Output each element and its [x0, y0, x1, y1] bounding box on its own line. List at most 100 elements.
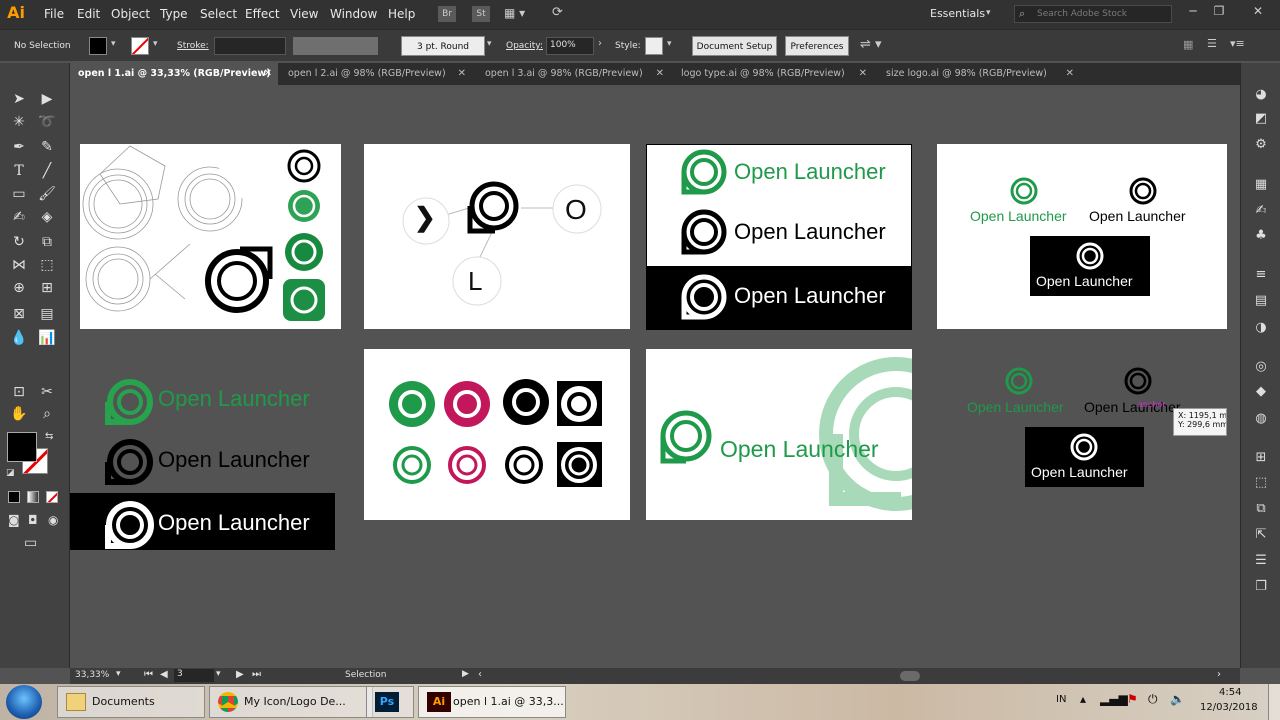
stroke-weight-field[interactable] — [214, 37, 286, 55]
chevron-down-icon[interactable]: ▾ — [986, 8, 991, 18]
next-artboard-icon[interactable]: ▶ — [236, 669, 244, 680]
eyedropper-icon[interactable]: 💧 — [8, 327, 30, 349]
chevron-down-icon[interactable]: ▾ — [116, 669, 121, 679]
selection-tool-icon[interactable]: ➤ — [8, 88, 30, 110]
app-logo[interactable]: Ai — [4, 2, 28, 24]
horizontal-scrollbar-thumb[interactable] — [900, 671, 920, 681]
close-tab-icon[interactable]: ✕ — [458, 63, 466, 85]
menu-select[interactable]: Select — [200, 7, 237, 21]
gradient-mode-icon[interactable] — [27, 491, 39, 503]
fill-swatch[interactable] — [89, 37, 107, 55]
first-artboard-icon[interactable]: ⏮ — [144, 669, 153, 680]
artboard-flow[interactable]: ❯ O L — [364, 144, 630, 329]
layers-icon[interactable]: ☰ — [1251, 551, 1271, 571]
scroll-right-icon[interactable]: › — [1217, 669, 1221, 680]
input-language[interactable]: IN — [1056, 694, 1066, 705]
panel-options-icon[interactable]: ▾≡ — [1230, 37, 1245, 50]
draw-behind-icon[interactable]: ◘ — [28, 513, 38, 527]
menu-file[interactable]: File — [44, 7, 64, 21]
fill-color-box[interactable] — [7, 432, 37, 462]
close-tab-icon[interactable]: ✕ — [859, 63, 867, 85]
chevron-down-icon[interactable]: ▾ — [111, 39, 116, 49]
chevron-down-icon[interactable]: ▾ — [153, 39, 158, 49]
zoom-tool-icon[interactable]: ⌕ — [36, 403, 58, 425]
tab-open-l-1[interactable]: open l 1.ai @ 33,33% (RGB/Preview) ✕ — [70, 63, 278, 85]
magic-wand-icon[interactable]: ✳ — [8, 111, 30, 133]
chevron-down-icon[interactable]: ▾ — [487, 39, 492, 49]
line-tool-icon[interactable]: ╱ — [36, 160, 58, 182]
menu-window[interactable]: Window — [330, 7, 377, 21]
graph-tool-icon[interactable]: 📊 — [36, 327, 58, 349]
color-guide-icon[interactable]: ◩ — [1251, 109, 1271, 129]
last-artboard-icon[interactable]: ⏭ — [252, 669, 261, 680]
status-menu-icon[interactable]: ▶ — [462, 669, 469, 679]
arrange-documents-icon[interactable]: ▦ ▾ — [504, 6, 534, 22]
network-warning-icon[interactable]: ⚑ — [1127, 692, 1138, 706]
menu-view[interactable]: View — [290, 7, 318, 21]
artboard-tool-icon[interactable]: ⊡ — [8, 381, 30, 403]
close-tab-icon[interactable]: ✕ — [656, 63, 664, 85]
tab-open-l-3[interactable]: open l 3.ai @ 98% (RGB/Preview) ✕ — [477, 63, 670, 85]
chevron-right-icon[interactable]: › — [598, 38, 602, 49]
gradient-tool-icon[interactable]: ▤ — [36, 303, 58, 325]
taskbar-chrome[interactable]: My Icon/Logo De... — [209, 686, 373, 718]
menu-effect[interactable]: Effect — [245, 7, 280, 21]
paintbrush-icon[interactable]: 🖌 — [36, 183, 58, 205]
clock-time[interactable]: 4:54 — [1219, 687, 1241, 698]
taskbar-photoshop[interactable]: Ps — [366, 686, 414, 718]
align-icon[interactable]: ▦ — [1183, 38, 1193, 51]
zoom-level[interactable]: 33,33% — [75, 670, 109, 680]
draw-normal-icon[interactable]: ◙ — [8, 513, 20, 527]
gpu-performance-icon[interactable]: ⟳ — [552, 5, 570, 23]
stroke-panel-icon[interactable]: ≡ — [1251, 265, 1271, 285]
artboards-panel-icon[interactable]: ❐ — [1251, 577, 1271, 597]
perspective-grid-icon[interactable]: ⊞ — [36, 277, 58, 299]
brush-definition[interactable]: 3 pt. Round — [401, 36, 485, 56]
artboard-lockups[interactable]: Open Launcher Open Launcher Open Launche… — [937, 144, 1227, 329]
shape-builder-icon[interactable]: ⊕ — [8, 277, 30, 299]
canvas[interactable]: ❯ O L Open Launcher Open Launcher Open L… — [70, 85, 1240, 668]
color-panel-icon[interactable]: ◕ — [1251, 85, 1271, 105]
close-icon[interactable]: ✕ — [1240, 4, 1276, 22]
artboard-hero[interactable]: Open Launcher — [646, 349, 912, 520]
artboard-construction[interactable] — [80, 144, 341, 329]
start-button-icon[interactable] — [6, 685, 42, 719]
align-panel-icon[interactable]: ⊞ — [1251, 448, 1271, 468]
properties-icon[interactable]: ⚙ — [1251, 135, 1271, 155]
stock-icon[interactable]: St — [472, 6, 490, 22]
artboard-number-field[interactable]: 3 — [174, 669, 214, 682]
menu-object[interactable]: Object — [111, 7, 150, 21]
signal-icon[interactable]: ▂▄▆ — [1100, 692, 1128, 706]
eraser-icon[interactable]: ◈ — [36, 206, 58, 228]
pathfinder-icon[interactable]: ⧉ — [1251, 499, 1271, 519]
tab-logo-type[interactable]: logo type.ai @ 98% (RGB/Preview) ✕ — [673, 63, 873, 85]
stock-search-field[interactable]: ⌕ Search Adobe Stock — [1014, 5, 1172, 23]
opacity-label[interactable]: Opacity: — [506, 41, 543, 51]
bridge-icon[interactable]: Br — [438, 6, 456, 22]
chevron-down-icon[interactable]: ▾ — [216, 669, 221, 679]
slice-tool-icon[interactable]: ✂ — [36, 381, 58, 403]
close-tab-icon[interactable]: ✕ — [264, 63, 272, 85]
rectangle-tool-icon[interactable]: ▭ — [8, 183, 30, 205]
restore-icon[interactable]: ❐ — [1208, 4, 1230, 22]
artboard-wordmarks[interactable]: Open Launcher Open Launcher Open Launche… — [646, 144, 912, 330]
panel-menu-icon[interactable]: ☰ — [1207, 37, 1217, 50]
close-tab-icon[interactable]: ✕ — [1066, 63, 1074, 85]
power-icon[interactable]: ⏻ — [1148, 692, 1158, 707]
opacity-field[interactable]: 100% — [546, 37, 594, 55]
width-tool-icon[interactable]: ⋈ — [8, 254, 30, 276]
volume-icon[interactable]: 🔈 — [1170, 692, 1185, 706]
hand-tool-icon[interactable]: ✋ — [8, 403, 30, 425]
color-mode-icon[interactable] — [8, 491, 20, 503]
scale-tool-icon[interactable]: ⧉ — [36, 231, 58, 253]
draw-inside-icon[interactable]: ◉ — [48, 513, 58, 527]
symbols-icon[interactable]: ♣ — [1251, 226, 1271, 246]
direct-selection-tool-icon[interactable]: ▶ — [36, 88, 58, 110]
taskbar-documents[interactable]: Documents — [57, 686, 205, 718]
layers-style-icon[interactable]: ◍ — [1251, 409, 1271, 429]
document-setup-button[interactable]: Document Setup — [692, 36, 777, 56]
shaper-tool-icon[interactable]: ✍ — [8, 206, 30, 228]
menu-help[interactable]: Help — [388, 7, 415, 21]
tab-open-l-2[interactable]: open l 2.ai @ 98% (RGB/Preview) ✕ — [280, 63, 472, 85]
preferences-button[interactable]: Preferences — [785, 36, 849, 56]
